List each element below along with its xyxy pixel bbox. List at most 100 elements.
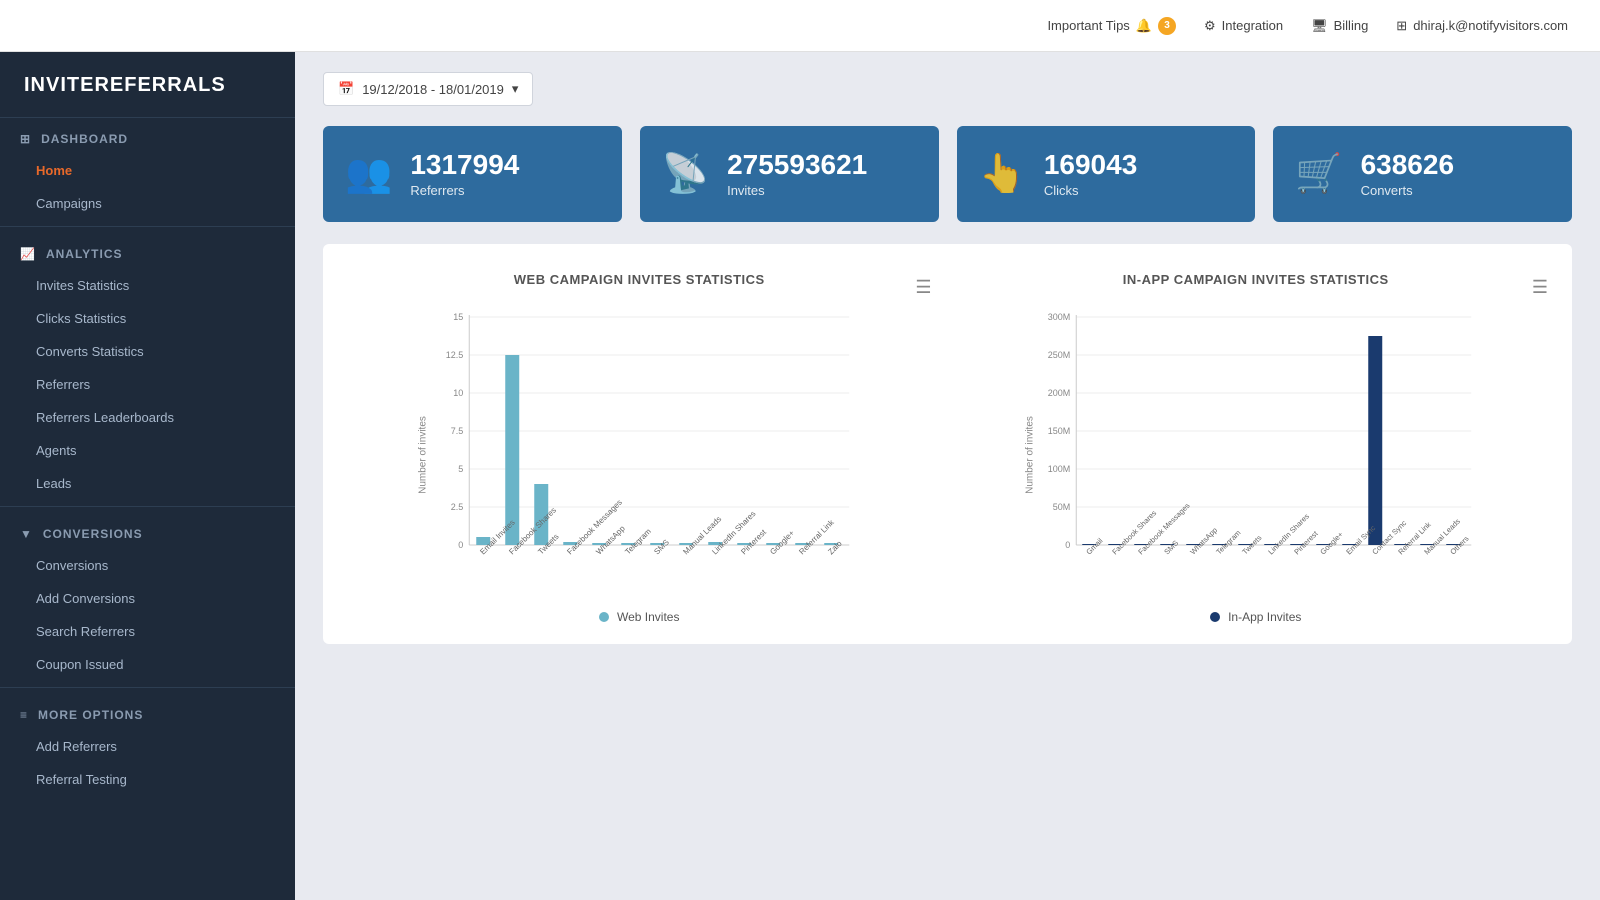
- stat-icon-invites: 📡: [662, 152, 709, 196]
- sidebar: InviteReferrals ⊞ DASHBOARD Home Campaig…: [0, 52, 295, 900]
- inapp-campaign-chart: IN-APP CAMPAIGN INVITES STATISTICS ☰ Num…: [964, 272, 1549, 624]
- stat-label-converts: Converts: [1361, 183, 1454, 198]
- grid-icon: ⊞: [1396, 18, 1407, 34]
- stat-number-converts: 638626: [1361, 150, 1454, 181]
- stat-label-invites: Invites: [727, 183, 867, 198]
- divider-2: [0, 506, 295, 507]
- main-content: 📅 19/12/2018 - 18/01/2019 ▾ 👥 1317994 Re…: [295, 52, 1600, 900]
- ytick-10: 10: [453, 388, 463, 398]
- xlabel-zalo: Zalo: [826, 538, 844, 556]
- billing-link[interactable]: 🖥 Billing: [1311, 18, 1368, 34]
- web-chart-title: WEB CAMPAIGN INVITES STATISTICS: [396, 272, 883, 287]
- sidebar-item-campaigns[interactable]: Campaigns: [0, 187, 295, 220]
- inapp-bar-contact-sync: [1368, 336, 1382, 545]
- sidebar-item-converts-statistics[interactable]: Converts Statistics: [0, 335, 295, 368]
- web-chart-svg-wrap: Number of invites 0 2.5 5: [347, 305, 932, 600]
- inapp-ytick-150m: 150M: [1047, 426, 1070, 436]
- sidebar-item-referral-testing[interactable]: Referral Testing: [0, 763, 295, 796]
- important-tips[interactable]: Important Tips 🔔 3: [1047, 17, 1176, 35]
- inapp-y-axis-label: Number of invites: [1024, 416, 1035, 494]
- sidebar-item-search-referrers[interactable]: Search Referrers: [0, 615, 295, 648]
- sidebar-item-conversions[interactable]: Conversions: [0, 549, 295, 582]
- sidebar-item-add-conversions[interactable]: Add Conversions: [0, 582, 295, 615]
- integration-link[interactable]: ⚙ Integration: [1204, 18, 1283, 34]
- xlabel-sms: SMS: [652, 538, 671, 557]
- date-filter[interactable]: 📅 19/12/2018 - 18/01/2019 ▾: [323, 72, 533, 106]
- ytick-0: 0: [458, 540, 463, 550]
- ytick-25: 2.5: [451, 502, 464, 512]
- web-campaign-chart: WEB CAMPAIGN INVITES STATISTICS ☰ Number…: [347, 272, 932, 624]
- stat-number-invites: 275593621: [727, 150, 867, 181]
- tips-label: Important Tips: [1047, 18, 1129, 33]
- inapp-ytick-300m: 300M: [1047, 312, 1070, 322]
- filter-icon: ▼: [20, 527, 33, 541]
- inapp-legend-dot: [1210, 612, 1220, 622]
- stat-card-invites: 📡 275593621 Invites: [640, 126, 939, 222]
- sidebar-item-agents[interactable]: Agents: [0, 434, 295, 467]
- xlabel-telegram: Telegram: [623, 526, 653, 556]
- sidebar-item-leads[interactable]: Leads: [0, 467, 295, 500]
- inapp-chart-legend: In-App Invites: [964, 610, 1549, 624]
- inapp-xlabel-whatsapp: WhatsApp: [1188, 525, 1219, 556]
- xlabel-google: Google+: [768, 528, 796, 556]
- inapp-ytick-250m: 250M: [1047, 350, 1070, 360]
- sidebar-section-more-options[interactable]: ≡ MORE OPTIONS: [0, 694, 295, 730]
- calendar-icon: 📅: [338, 81, 354, 97]
- inapp-ytick-0: 0: [1065, 540, 1070, 550]
- inapp-ytick-200m: 200M: [1047, 388, 1070, 398]
- stat-label-clicks: Clicks: [1044, 183, 1137, 198]
- inapp-xlabel-google: Google+: [1318, 529, 1345, 556]
- inapp-ytick-50m: 50M: [1052, 502, 1070, 512]
- inapp-ytick-100m: 100M: [1047, 464, 1070, 474]
- ytick-5: 5: [458, 464, 463, 474]
- bell-icon: 🔔: [1136, 18, 1152, 34]
- divider-1: [0, 226, 295, 227]
- web-chart-legend: Web Invites: [347, 610, 932, 624]
- bar-facebook-shares: [505, 355, 519, 545]
- stats-row: 👥 1317994 Referrers 📡 275593621 Invites …: [323, 126, 1572, 222]
- analytics-icon: 📈: [20, 247, 36, 261]
- stat-icon-clicks: 👆: [979, 152, 1026, 196]
- inapp-chart-menu[interactable]: ☰: [1532, 277, 1548, 298]
- inapp-xlabel-pinterest: Pinterest: [1292, 528, 1320, 556]
- chevron-down-icon: ▾: [512, 81, 519, 97]
- stat-label-referrers: Referrers: [410, 183, 519, 198]
- stat-number-clicks: 169043: [1044, 150, 1137, 181]
- logo-text: InviteReferrals: [24, 74, 271, 97]
- sidebar-section-conversions[interactable]: ▼ CONVERSIONS: [0, 513, 295, 549]
- sidebar-item-add-referrers[interactable]: Add Referrers: [0, 730, 295, 763]
- sidebar-item-home[interactable]: Home: [0, 154, 295, 187]
- divider-3: [0, 687, 295, 688]
- sidebar-item-referrers[interactable]: Referrers: [0, 368, 295, 401]
- menu-icon: ≡: [20, 708, 28, 722]
- ytick-125: 12.5: [446, 350, 464, 360]
- stat-icon-referrers: 👥: [345, 152, 392, 196]
- top-bar: Important Tips 🔔 3 ⚙ Integration 🖥 Billi…: [0, 0, 1600, 52]
- sidebar-logo: InviteReferrals: [0, 52, 295, 118]
- web-chart-svg: Number of invites 0 2.5 5: [347, 305, 932, 595]
- sidebar-item-clicks-statistics[interactable]: Clicks Statistics: [0, 302, 295, 335]
- date-range-label: 19/12/2018 - 18/01/2019: [362, 82, 504, 97]
- sidebar-item-invites-statistics[interactable]: Invites Statistics: [0, 269, 295, 302]
- sidebar-item-referrers-leaderboards[interactable]: Referrers Leaderboards: [0, 401, 295, 434]
- web-legend-label: Web Invites: [617, 610, 679, 624]
- stat-card-clicks: 👆 169043 Clicks: [957, 126, 1256, 222]
- ytick-75: 7.5: [451, 426, 464, 436]
- inapp-xlabel-sms: SMS: [1162, 538, 1180, 556]
- ytick-15: 15: [453, 312, 463, 322]
- inapp-chart-svg: Number of invites 0 50M 100M 150M 200M: [964, 305, 1549, 595]
- user-menu[interactable]: ⊞ dhiraj.k@notifyvisitors.com: [1396, 18, 1568, 34]
- inapp-xlabel-gmail: Gmail: [1084, 536, 1104, 556]
- sidebar-item-coupon-issued[interactable]: Coupon Issued: [0, 648, 295, 681]
- inapp-xlabel-fb-shares: Facebook Shares: [1110, 508, 1158, 556]
- inapp-legend-label: In-App Invites: [1228, 610, 1301, 624]
- inapp-chart-title: IN-APP CAMPAIGN INVITES STATISTICS: [1012, 272, 1499, 287]
- web-chart-menu[interactable]: ☰: [915, 277, 931, 298]
- sidebar-section-analytics[interactable]: 📈 ANALYTICS: [0, 233, 295, 269]
- dashboard-icon: ⊞: [20, 132, 31, 146]
- sidebar-section-dashboard[interactable]: ⊞ DASHBOARD: [0, 118, 295, 154]
- stat-card-referrers: 👥 1317994 Referrers: [323, 126, 622, 222]
- xlabel-pinterest: Pinterest: [739, 527, 768, 556]
- stat-card-converts: 🛒 638626 Converts: [1273, 126, 1572, 222]
- web-y-axis-label: Number of invites: [417, 416, 428, 494]
